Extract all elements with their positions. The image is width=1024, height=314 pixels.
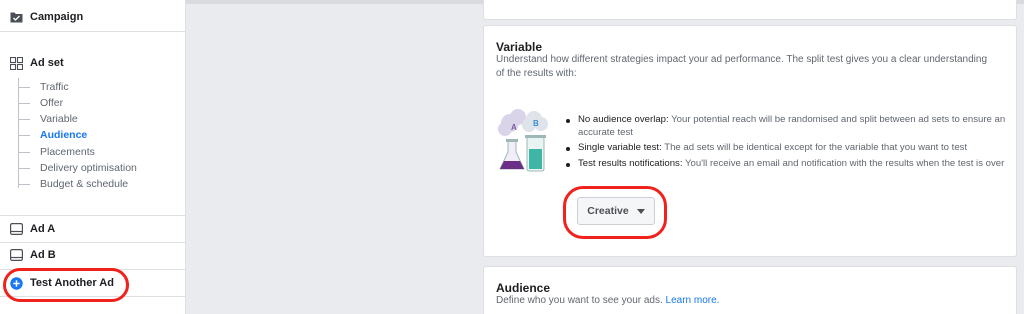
sidebar-item-label: Ad A [30, 223, 56, 235]
grid-icon [10, 56, 23, 70]
highlight-creative-dropdown [563, 186, 667, 239]
tree-item-label: Budget & schedule [40, 178, 129, 190]
bullet-text: You'll receive an email and notification… [682, 157, 1005, 169]
audience-title: Audience [496, 281, 551, 295]
divider [0, 215, 186, 216]
benefits-list: No audience overlap: Your potential reac… [565, 114, 1015, 173]
sidebar-item-label: Campaign [30, 11, 84, 23]
folder-check-icon [10, 11, 23, 24]
sidebar-item-offer[interactable]: Offer [18, 95, 63, 111]
sidebar-item-variable[interactable]: Variable [18, 111, 78, 127]
ad-icon [10, 223, 23, 236]
split-test-illustration: A B [496, 108, 552, 174]
bullet-title: Single variable test: [578, 142, 662, 154]
bullet-text: The ad sets will be identical except for… [661, 142, 968, 154]
sidebar-item-placements[interactable]: Placements [18, 144, 95, 160]
letter-a: A [511, 123, 517, 132]
list-item: No audience overlap: Your potential reac… [565, 114, 1015, 139]
learn-more-link[interactable]: Learn more. [666, 295, 720, 306]
sidebar-item-campaign[interactable]: Campaign [0, 8, 186, 26]
ad-icon [10, 249, 23, 262]
sidebar-item-delivery-optimisation[interactable]: Delivery optimisation [18, 160, 137, 176]
sidebar-item-label: Ad set [30, 57, 64, 69]
variable-description: Understand how different strategies impa… [496, 54, 988, 79]
previous-section-card [483, 0, 1017, 20]
list-item: Single variable test: The ad sets will b… [565, 142, 1015, 155]
tree-item-label: Placements [40, 146, 95, 158]
letter-b: B [533, 119, 539, 128]
variable-title: Variable [496, 40, 543, 54]
bullet-title: No audience overlap: [578, 114, 669, 125]
audience-description-text: Define who you want to see your ads. [496, 295, 663, 306]
audience-description: Define who you want to see your ads. Lea… [496, 294, 719, 308]
sidebar-item-label: Ad B [30, 249, 56, 261]
sidebar-item-ad-b[interactable]: Ad B [0, 246, 186, 264]
highlight-test-another-ad [3, 268, 129, 302]
tree-item-label: Delivery optimisation [40, 162, 137, 174]
tree-item-label: Traffic [40, 81, 69, 93]
list-item: Test results notifications: You'll recei… [565, 158, 1015, 171]
divider [0, 31, 186, 32]
sidebar-item-traffic[interactable]: Traffic [18, 79, 69, 95]
divider [0, 242, 186, 243]
sidebar-item-budget-schedule[interactable]: Budget & schedule [18, 176, 128, 192]
sidebar-item-audience[interactable]: Audience [18, 127, 87, 143]
tree-item-label: Audience [40, 129, 88, 141]
sidebar-item-ad-a[interactable]: Ad A [0, 220, 186, 238]
tree-item-label: Variable [40, 113, 78, 125]
sidebar-item-ad-set[interactable]: Ad set [0, 54, 186, 72]
tree-item-label: Offer [40, 97, 64, 109]
sidebar: Campaign Ad set Traffic Offer Variable A… [0, 0, 186, 314]
bullet-title: Test results notifications: [578, 157, 683, 169]
